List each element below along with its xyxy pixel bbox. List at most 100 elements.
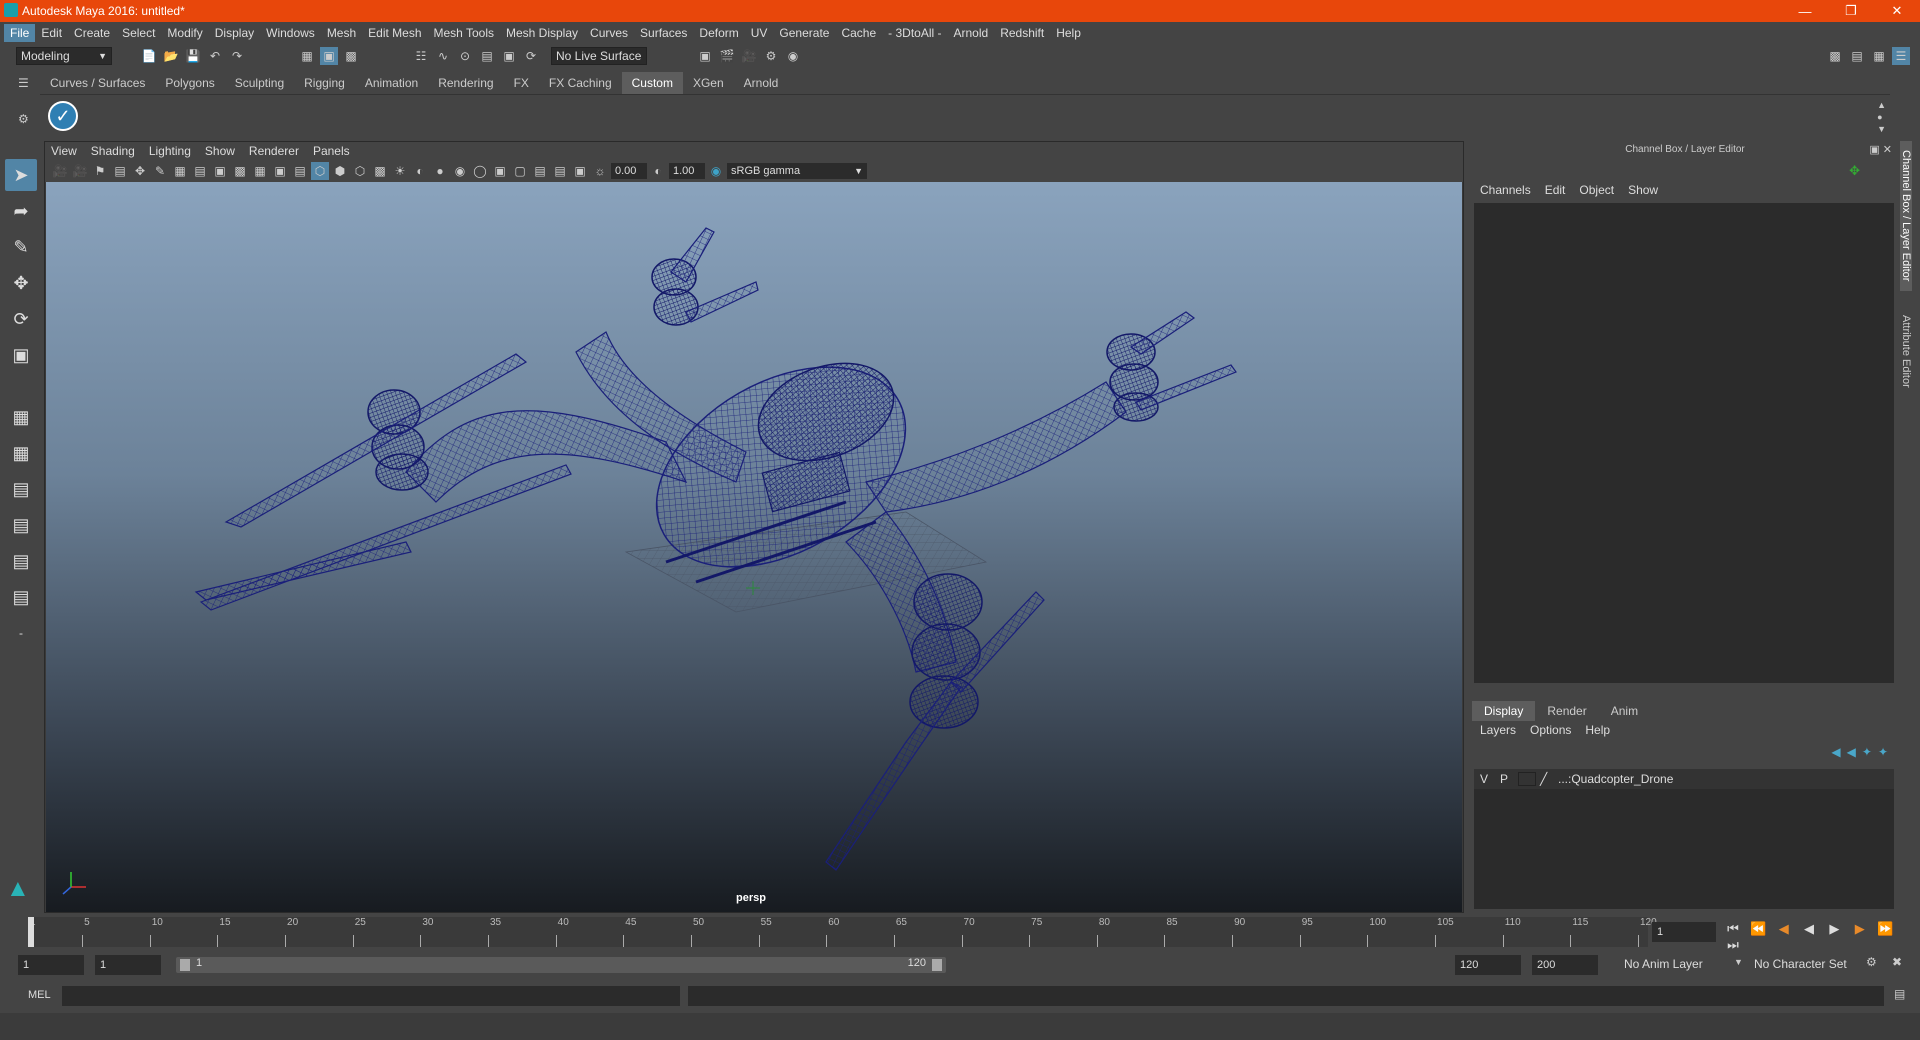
layout-options-icon[interactable]: - [5,617,37,649]
script-editor-icon[interactable]: ▤ [1894,987,1905,1001]
animation-start-field[interactable]: 1 [18,955,84,975]
gamma-field[interactable]: 1.00 [669,163,705,179]
tool-settings-toggle-icon[interactable]: ▦ [1870,47,1888,65]
color-space-dropdown[interactable]: sRGB gamma ▼ [727,163,867,179]
open-scene-icon[interactable]: 📂 [162,47,180,65]
layer-color-swatch[interactable]: ╱ [1540,772,1554,786]
hypershade-icon[interactable]: ◉ [784,47,802,65]
move-layer-down-icon[interactable]: ◀ [1847,745,1856,759]
cb-menu-edit[interactable]: Edit [1545,183,1566,197]
menuset-dropdown[interactable]: Modeling ▼ [16,47,112,65]
move-tool-icon[interactable]: ✥ [5,267,37,299]
xray-icon[interactable]: ▤ [531,162,549,180]
tab-anim[interactable]: Anim [1599,701,1650,721]
range-start-handle[interactable] [180,959,190,971]
snap-grid-icon[interactable]: ☷ [412,47,430,65]
snap-view-plane-icon[interactable]: ▤ [478,47,496,65]
move-layer-up-icon[interactable]: ◀ [1831,745,1840,759]
safe-title-icon[interactable]: ▤ [291,162,309,180]
shelf-settings-icon[interactable]: ⚙ [18,112,29,126]
live-surface-icon[interactable]: ⟳ [522,47,540,65]
menu-mesh-tools[interactable]: Mesh Tools [428,24,500,42]
preferences-icon[interactable]: ✖ [1892,955,1902,969]
redo-icon[interactable]: ↷ [228,47,246,65]
menu-help[interactable]: Help [1050,24,1087,42]
menu-edit-mesh[interactable]: Edit Mesh [362,24,427,42]
new-layer-from-selection-icon[interactable]: ✦ [1878,745,1888,759]
select-by-hierarchy-icon[interactable]: ▦ [298,47,316,65]
layer-menu-options[interactable]: Options [1530,723,1571,737]
save-scene-icon[interactable]: 💾 [184,47,202,65]
viewport-menu-lighting[interactable]: Lighting [149,144,191,158]
image-plane-icon[interactable]: ▤ [111,162,129,180]
channel-box-toggle-icon[interactable]: ☰ [1892,47,1910,65]
single-perspective-layout-icon[interactable]: ▦ [5,401,37,433]
step-forward-frame-icon[interactable]: ▶ [1849,921,1871,937]
menu-redshift[interactable]: Redshift [994,24,1050,42]
auto-key-icon[interactable]: ⚙ [1866,955,1877,969]
shelf-tab-fx[interactable]: FX [504,72,539,94]
menu-arnold[interactable]: Arnold [948,24,995,42]
minimize-button[interactable]: — [1782,0,1828,22]
isolate-select-icon[interactable]: ▢ [511,162,529,180]
layer-display-type[interactable] [1518,772,1536,786]
side-tab-channel-box[interactable]: Channel Box / Layer Editor [1900,141,1912,291]
shelf-tab-polygons[interactable]: Polygons [155,72,224,94]
float-panel-icon[interactable]: ▣ [1869,144,1879,156]
menu-mesh-display[interactable]: Mesh Display [500,24,584,42]
menu-display[interactable]: Display [209,24,260,42]
wireframe-on-shaded-icon[interactable]: ⬡ [351,162,369,180]
cb-menu-channels[interactable]: Channels [1480,183,1531,197]
xray-joints-icon[interactable]: ▣ [571,162,589,180]
select-by-object-icon[interactable]: ▣ [320,47,338,65]
shelf-tab-custom[interactable]: Custom [621,72,683,94]
menu-cache[interactable]: Cache [835,24,882,42]
modeling-toolkit-icon[interactable]: ▩ [1826,47,1844,65]
shadows-icon[interactable]: ◐ [411,162,429,180]
bookmark-icon[interactable]: ⚑ [91,162,109,180]
smooth-shade-icon[interactable]: ⬢ [331,162,349,180]
snap-point-icon[interactable]: ⊙ [456,47,474,65]
menu-uv[interactable]: UV [745,24,774,42]
menu-surfaces[interactable]: Surfaces [634,24,693,42]
attribute-editor-toggle-icon[interactable]: ▤ [1848,47,1866,65]
go-to-start-icon[interactable]: ⏮ [1722,921,1744,937]
rotate-tool-icon[interactable]: ⟳ [5,303,37,335]
camera-attributes-icon[interactable]: 🎥 [71,162,89,180]
menu-modify[interactable]: Modify [161,24,208,42]
ipr-render-icon[interactable]: 🎥 [740,47,758,65]
safe-action-icon[interactable]: ▣ [271,162,289,180]
viewport-menu-view[interactable]: View [51,144,77,158]
render-settings-icon[interactable]: ⚙ [762,47,780,65]
shelf-tab-sculpting[interactable]: Sculpting [225,72,294,94]
menu-edit[interactable]: Edit [35,24,68,42]
close-button[interactable]: ✕ [1874,0,1920,22]
snap-curve-icon[interactable]: ∿ [434,47,452,65]
current-frame-field[interactable]: 1 [1652,922,1716,942]
command-input[interactable] [62,986,680,1006]
menu-select[interactable]: Select [116,24,161,42]
step-forward-key-icon[interactable]: ⏩ [1874,921,1896,937]
shelf-menu-icon[interactable]: ☰ [18,76,29,90]
exposure-field[interactable]: 0.00 [611,163,647,179]
four-view-layout-icon[interactable]: ▦ [5,437,37,469]
layer-row[interactable]: V P ╱ ...:Quadcopter_Drone [1474,769,1894,789]
viewport-menu-renderer[interactable]: Renderer [249,144,299,158]
select-camera-icon[interactable]: 🎥 [51,162,69,180]
viewport-menu-show[interactable]: Show [205,144,235,158]
shelf-tab-rendering[interactable]: Rendering [428,72,503,94]
animation-end-field[interactable]: 200 [1532,955,1598,975]
menu-windows[interactable]: Windows [260,24,321,42]
perspective-viewport[interactable]: persp [46,182,1462,912]
shelf-tab-fx-caching[interactable]: FX Caching [539,72,622,94]
undo-icon[interactable]: ↶ [206,47,224,65]
shelf-tab-animation[interactable]: Animation [355,72,428,94]
shelf-scroll-down-icon[interactable]: ▼ [1877,123,1886,135]
current-time-marker[interactable] [28,917,34,947]
shelf-scroll-up-icon[interactable]: ▲ [1877,99,1886,111]
character-set-dropdown[interactable]: No Character Set [1750,955,1870,975]
wireframe-icon[interactable]: ⬡ [311,162,329,180]
render-view-icon[interactable]: ▣ [696,47,714,65]
gamma-icon[interactable]: ◐ [649,162,667,180]
snap-surface-icon[interactable]: ▣ [500,47,518,65]
